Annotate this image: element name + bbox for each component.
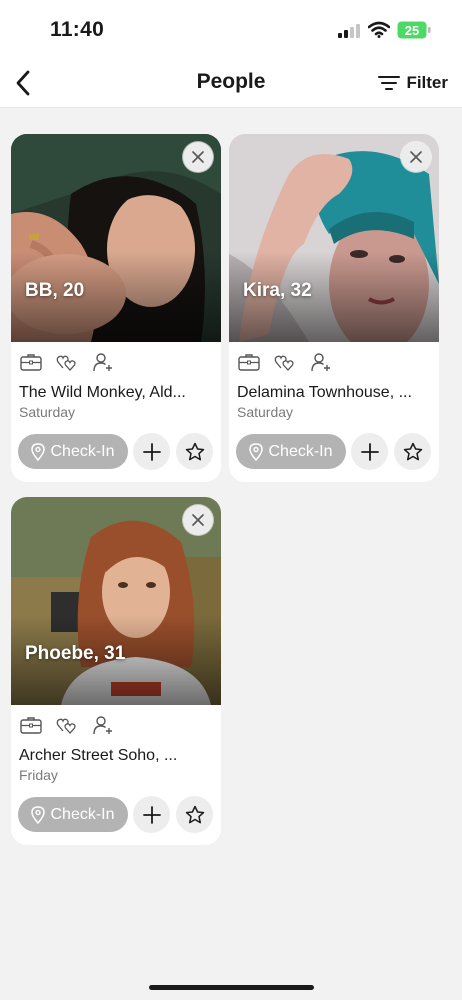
visit-day: Saturday [19, 404, 76, 420]
briefcase-icon [19, 351, 43, 373]
profile-photo[interactable]: BB, 20 [11, 134, 221, 342]
visit-day: Saturday [237, 404, 294, 420]
hearts-icon [55, 714, 79, 736]
person-card[interactable]: Phoebe, 31 Archer Street Soho, ... Frida… [11, 497, 221, 845]
person-name: Kira, 32 [243, 280, 312, 301]
close-icon [410, 151, 422, 163]
profile-photo[interactable]: Kira, 32 [229, 134, 439, 342]
person-card[interactable]: Kira, 32 Delamina Townhouse, ... Saturda… [229, 134, 439, 482]
person-name: Phoebe, 31 [25, 643, 126, 664]
navigation-bar: People Filter [0, 58, 462, 108]
intent-icons [237, 350, 333, 374]
visit-day: Friday [19, 767, 58, 783]
add-button[interactable] [351, 433, 388, 470]
check-in-button[interactable]: Check-In [236, 434, 346, 469]
hearts-icon [273, 351, 297, 373]
venue-name: Archer Street Soho, ... [19, 747, 178, 764]
star-icon [185, 442, 204, 460]
battery-icon: 25 [397, 21, 431, 39]
favorite-button[interactable] [176, 796, 213, 833]
briefcase-icon [19, 714, 43, 736]
dismiss-button[interactable] [183, 505, 213, 535]
venue-name: The Wild Monkey, Ald... [19, 384, 186, 401]
briefcase-icon [237, 351, 261, 373]
check-in-label: Check-In [50, 442, 115, 460]
favorite-button[interactable] [176, 433, 213, 470]
dismiss-button[interactable] [183, 142, 213, 172]
star-icon [185, 805, 204, 823]
intent-icons [19, 350, 115, 374]
favorite-button[interactable] [394, 433, 431, 470]
star-icon [403, 442, 422, 460]
filter-button[interactable]: Filter [378, 70, 448, 96]
battery-level: 25 [405, 23, 419, 38]
check-in-label: Check-In [268, 442, 333, 460]
hearts-icon [55, 351, 79, 373]
close-icon [192, 151, 204, 163]
filter-label: Filter [406, 73, 448, 92]
close-icon [192, 514, 204, 526]
location-pin-icon [31, 805, 46, 824]
person-name: BB, 20 [25, 280, 85, 301]
location-pin-icon [249, 442, 264, 461]
check-in-label: Check-In [50, 805, 115, 823]
venue-name: Delamina Townhouse, ... [237, 384, 412, 401]
chevron-left-icon [16, 70, 30, 96]
plus-icon [360, 442, 379, 461]
add-button[interactable] [133, 796, 170, 833]
profile-photo[interactable]: Phoebe, 31 [11, 497, 221, 705]
plus-icon [142, 805, 161, 824]
cellular-signal-icon [338, 24, 362, 38]
filter-lines-icon [378, 76, 401, 90]
back-button[interactable] [4, 64, 42, 102]
person-card[interactable]: BB, 20 The Wild Monkey, Ald... Saturday … [11, 134, 221, 482]
location-pin-icon [31, 442, 46, 461]
person-plus-icon [91, 351, 115, 373]
check-in-button[interactable]: Check-In [18, 434, 128, 469]
plus-icon [142, 442, 161, 461]
status-time: 11:40 [50, 18, 105, 41]
home-indicator[interactable] [149, 985, 314, 990]
intent-icons [19, 713, 115, 737]
wifi-icon [368, 21, 390, 38]
add-button[interactable] [133, 433, 170, 470]
check-in-button[interactable]: Check-In [18, 797, 128, 832]
dismiss-button[interactable] [401, 142, 431, 172]
person-plus-icon [309, 351, 333, 373]
person-plus-icon [91, 714, 115, 736]
status-bar: 11:40 25 [0, 0, 462, 58]
